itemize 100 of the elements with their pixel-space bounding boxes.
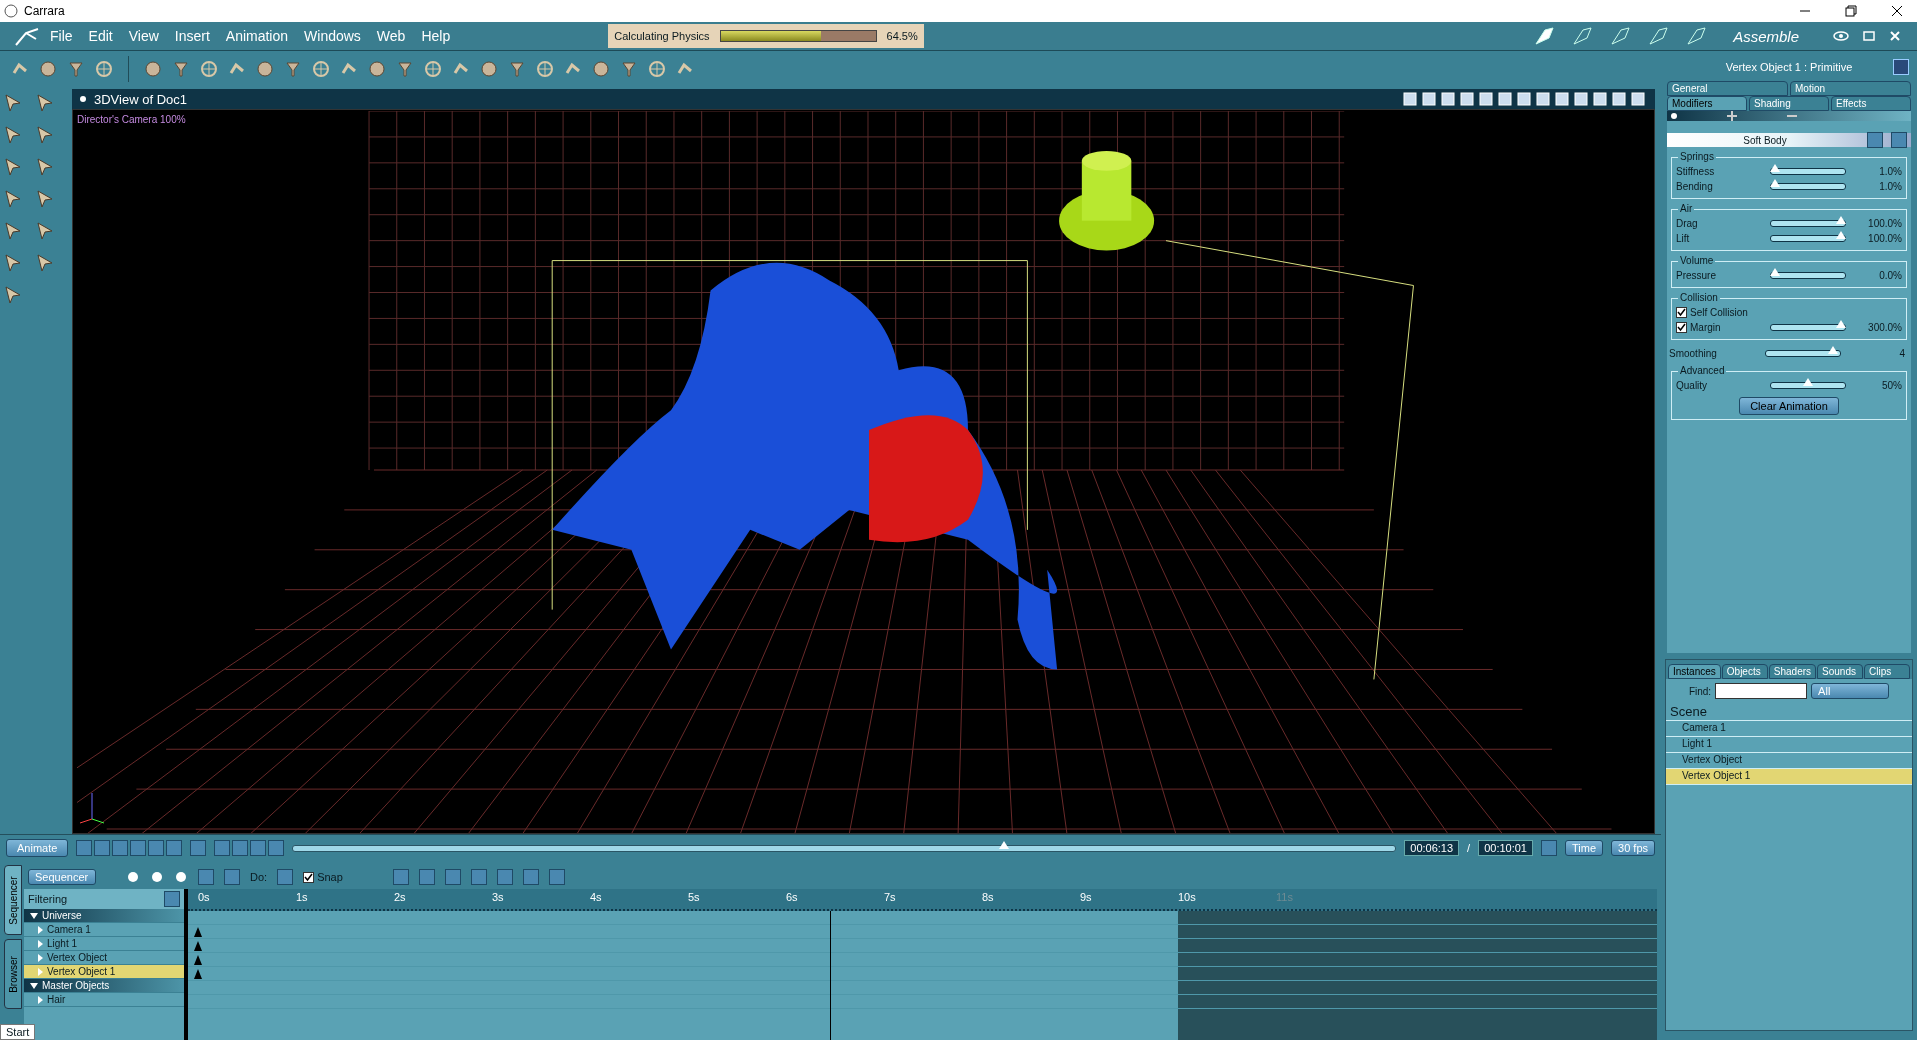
restore-icon[interactable]: [1845, 5, 1857, 17]
tab[interactable]: Effects: [1831, 96, 1911, 111]
tree-group[interactable]: Master Objects: [24, 979, 184, 993]
list-item[interactable]: Light 1: [1666, 737, 1912, 753]
globe-icon[interactable]: [199, 58, 219, 79]
tree-item[interactable]: Light 1: [24, 937, 184, 951]
keyframe-marker[interactable]: [194, 969, 202, 979]
time-unit-dropdown[interactable]: Time: [1565, 840, 1604, 856]
total-time-field[interactable]: 00:10:01: [1478, 840, 1533, 856]
mode-dropdown[interactable]: Sequencer: [28, 869, 96, 885]
view-dot-icon: [80, 96, 86, 102]
field-value: 300.0%: [1867, 322, 1902, 333]
animate-button[interactable]: Animate: [6, 839, 69, 857]
tab[interactable]: Shading: [1749, 96, 1829, 111]
current-time-field[interactable]: 00:06:13: [1404, 840, 1460, 856]
group-title: Advanced: [1678, 365, 1727, 376]
menu-item[interactable]: View: [120, 28, 167, 44]
menu-item[interactable]: Windows: [296, 28, 369, 44]
menu-item[interactable]: Insert: [166, 28, 218, 44]
tab[interactable]: Objects: [1721, 664, 1768, 679]
field-value: 100.0%: [1867, 233, 1902, 244]
slider-thumb[interactable]: [1803, 378, 1813, 386]
field-label: Lift: [1676, 233, 1691, 244]
find-field[interactable]: [1715, 683, 1808, 699]
app-icon: [4, 4, 18, 18]
eye-icon[interactable]: [1833, 30, 1849, 42]
time-ruler[interactable]: 0s 1s 2s 3s 4s 5s 6s 7s 8s 9s 10s 11s: [188, 889, 1657, 911]
checkbox[interactable]: [1676, 322, 1687, 333]
tree-group[interactable]: Universe: [24, 909, 184, 923]
progress-value: 64.5%: [886, 30, 918, 42]
tree-item[interactable]: Vertex Object: [24, 951, 184, 965]
menu-item[interactable]: Animation: [217, 28, 297, 44]
tree-item[interactable]: Hair: [24, 993, 184, 1007]
checkbox-label: Self Collision: [1690, 307, 1748, 318]
plus-icon[interactable]: [1727, 111, 1737, 121]
clear-animation-button[interactable]: Clear Animation: [1739, 397, 1839, 415]
close-icon[interactable]: [1891, 5, 1903, 17]
list-item[interactable]: Vertex Object 1: [1666, 769, 1912, 785]
group-title: Air: [1678, 203, 1695, 214]
progress-label: Calculating Physics: [614, 30, 710, 42]
keyframe-marker[interactable]: [194, 955, 202, 965]
field-value: 1.0%: [1878, 181, 1902, 192]
slider-thumb[interactable]: [1836, 216, 1847, 224]
menu-item[interactable]: Edit: [80, 28, 121, 44]
slider-thumb[interactable]: [1769, 164, 1780, 172]
camera-label: Director's Camera 100%: [77, 114, 186, 125]
tab[interactable]: Shaders: [1768, 664, 1817, 679]
ruler-label: 8s: [982, 891, 994, 903]
fps-dropdown[interactable]: 30 fps: [1611, 840, 1655, 856]
slider-thumb[interactable]: [1769, 179, 1780, 187]
checkbox-label: Snap: [317, 871, 343, 883]
filtering-label: Filtering: [28, 893, 68, 905]
time-slider[interactable]: [292, 844, 1397, 852]
scene-heading: Scene: [1666, 703, 1912, 721]
filter-dropdown[interactable]: All: [1811, 683, 1890, 699]
slider-thumb[interactable]: [1827, 346, 1838, 354]
tab[interactable]: Clips: [1864, 664, 1910, 679]
field-label: Quality: [1676, 380, 1709, 391]
tooltip: Start: [0, 1024, 36, 1040]
keyframe-marker[interactable]: [194, 927, 202, 937]
ruler-label: 2s: [394, 891, 406, 903]
field-label: Smoothing: [1669, 348, 1718, 359]
field-label: Drag: [1676, 218, 1699, 229]
ruler-label: 4s: [590, 891, 602, 903]
time-separator: /: [1467, 842, 1471, 854]
tab[interactable]: Instances: [1668, 664, 1721, 679]
maximize-icon[interactable]: [1863, 30, 1875, 42]
menu-item[interactable]: Help: [413, 28, 459, 44]
field-label: Stiffness: [1676, 166, 1716, 177]
list-item[interactable]: Camera 1: [1666, 721, 1912, 737]
tree-item[interactable]: Camera 1: [24, 923, 184, 937]
tab[interactable]: General: [1667, 81, 1788, 96]
menu-item[interactable]: Web: [368, 28, 414, 44]
slider-thumb[interactable]: [1836, 320, 1847, 328]
side-tab[interactable]: Browser: [4, 939, 22, 1009]
field-label: Bending: [1676, 181, 1714, 192]
tab[interactable]: Modifiers: [1667, 96, 1747, 111]
tree-item[interactable]: Vertex Object 1: [24, 965, 184, 979]
time-slider-thumb[interactable]: [999, 840, 1010, 849]
slider-thumb[interactable]: [1769, 268, 1780, 276]
tab[interactable]: Motion: [1790, 81, 1911, 96]
group-title: Volume: [1678, 255, 1716, 266]
ruler-label: 3s: [492, 891, 504, 903]
modifier-dropdown[interactable]: Soft Body: [1667, 133, 1911, 147]
ruler-label: 11s: [1276, 891, 1293, 903]
keyframe-marker[interactable]: [194, 941, 202, 951]
ruler-label: 5s: [688, 891, 700, 903]
slider-thumb[interactable]: [1836, 231, 1847, 239]
find-label: Find:: [1688, 685, 1712, 697]
menu-item[interactable]: File: [42, 28, 81, 44]
view-title: 3DView of Doc1: [94, 91, 187, 107]
ruler-label: 1s: [296, 891, 308, 903]
field-label: Pressure: [1676, 270, 1717, 281]
checkbox[interactable]: [1676, 307, 1687, 318]
side-tab[interactable]: Sequencer: [4, 865, 22, 935]
checkbox[interactable]: [303, 871, 315, 883]
checkbox-label: Margin: [1690, 322, 1721, 333]
field-value: 50%: [1881, 380, 1902, 391]
3d-viewport[interactable]: Director's Camera 100%: [72, 109, 1655, 834]
tab[interactable]: Sounds: [1817, 664, 1864, 679]
